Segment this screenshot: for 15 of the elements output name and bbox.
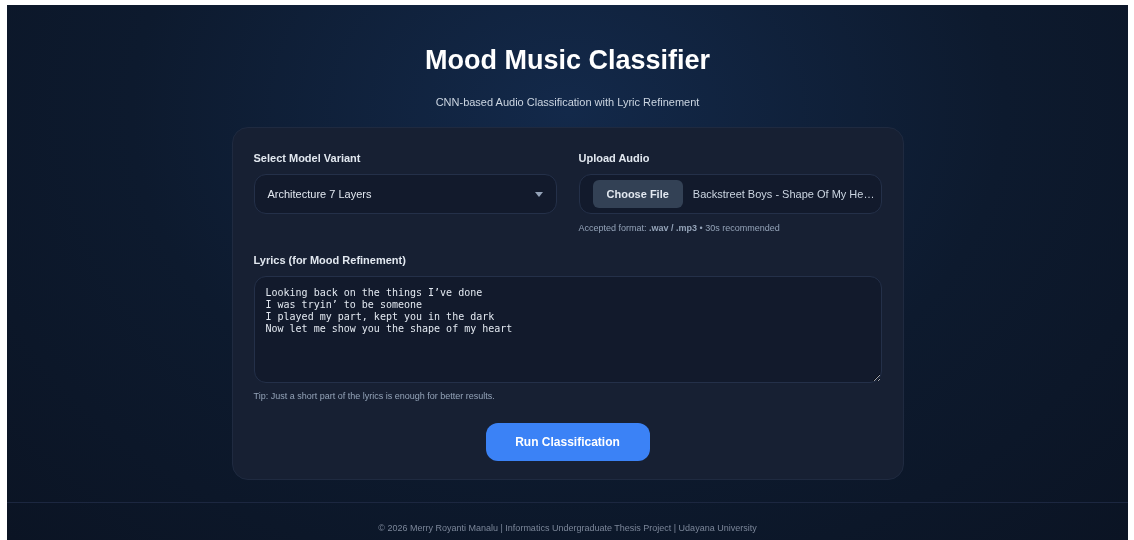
run-classification-button[interactable]: Run Classification: [485, 422, 650, 461]
field-label: Lyrics (for Mood Refinement): [253, 252, 407, 268]
tip-text: Tip: Just a short part of the lyrics is enough for better results.: [253, 390, 496, 403]
page-subtitle: CNN-based Audio Classification with Lyric Refinement: [435, 95, 700, 110]
footer-text: © 2026 Merry Royanti Manalu | Informatics Undergraduate Thesis Project | Udayana University: [378, 521, 757, 535]
file-name: Backstreet Boys - Shape Of My He…: [692, 186, 875, 202]
file-input[interactable]: Choose File Backstreet Boys - Shape Of My He…: [578, 174, 882, 214]
caret-icon: [534, 191, 543, 197]
page-title: Mood Music Classifier: [424, 47, 711, 74]
format-hint: Accepted format: .wav / .mp3 • 30s recommended: [578, 222, 781, 235]
choose-file-button[interactable]: Choose File: [592, 180, 683, 208]
field-label: Select Model Variant: [253, 150, 362, 166]
model-select[interactable]: Architecture 7 Layers: [253, 174, 557, 214]
lyrics-field[interactable]: Looking back on the things I’ve done I was tryin’ to be someone I played my part, kept you in the dark Now let me show you the shape of my heart: [253, 276, 882, 383]
field-label: Upload Audio: [578, 150, 651, 166]
